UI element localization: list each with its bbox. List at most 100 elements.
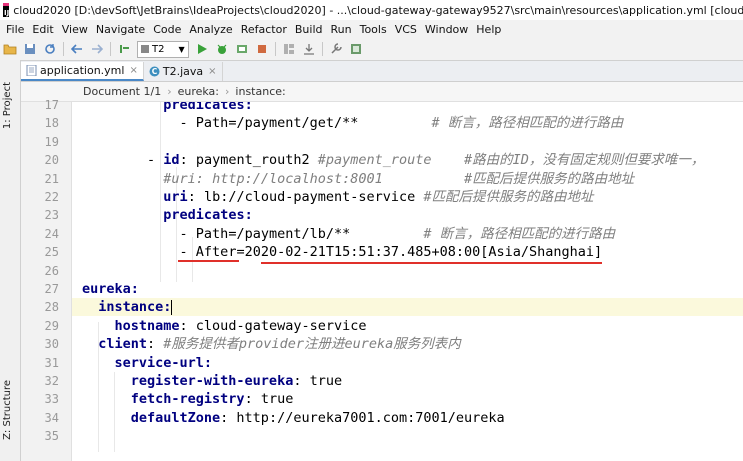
vcs-icon[interactable]: [349, 42, 363, 56]
yaml-key: defaultZone: [130, 409, 221, 426]
tab-label: T2.java: [162, 65, 204, 78]
project-tool-tab[interactable]: 1: Project: [2, 82, 13, 129]
window-title-bar: IJ cloud2020 [D:\devSoft\JetBrains\IdeaP…: [0, 0, 743, 20]
code-line[interactable]: client: #服务提供者provider注册进eureka服务列表内: [98, 335, 460, 353]
line-number: 19: [44, 134, 59, 149]
code-line[interactable]: - Path=/payment/get/** # 断言，路径相匹配的进行路由: [180, 114, 624, 132]
debug-icon[interactable]: [215, 42, 229, 56]
save-icon[interactable]: [23, 42, 37, 56]
line-number: 20: [44, 153, 59, 168]
menu-navigate[interactable]: Navigate: [92, 23, 149, 36]
menu-window[interactable]: Window: [421, 23, 472, 36]
yaml-key: client: [98, 336, 148, 353]
yaml-key: register-with-eureka: [130, 373, 294, 389]
project-structure-icon[interactable]: [282, 42, 296, 56]
breadcrumb: Document 1/1 › eureka: › instance:: [21, 82, 743, 102]
breadcrumb-eureka[interactable]: eureka:: [175, 85, 222, 98]
code-line[interactable]: fetch-registry: true: [131, 390, 294, 408]
breadcrumb-separator: ›: [225, 85, 230, 98]
code-line[interactable]: predicates:: [163, 206, 252, 224]
yaml-value: - Path=/payment/lb/**: [179, 225, 424, 242]
sync-icon[interactable]: [43, 42, 57, 56]
back-arrow-icon[interactable]: [70, 42, 84, 56]
code-line[interactable]: eureka:: [82, 280, 139, 298]
line-number: 32: [44, 374, 59, 388]
indent-guide: [114, 372, 115, 452]
build-hammer-icon[interactable]: [117, 42, 131, 56]
yaml-comment: #payment_route #路由的ID，没有固定规则但要求唯一，: [317, 152, 705, 169]
open-folder-icon[interactable]: [3, 42, 17, 56]
indent-guide: [160, 102, 161, 282]
yaml-key: predicates:: [163, 207, 253, 224]
left-tool-window-bar: 1: Project Z: Structure: [0, 60, 21, 461]
code-line[interactable]: - id: payment_routh2 #payment_route #路由的…: [147, 151, 704, 169]
forward-arrow-icon[interactable]: [90, 42, 104, 56]
coverage-icon[interactable]: [235, 42, 249, 56]
menu-refactor[interactable]: Refactor: [237, 23, 291, 36]
run-configuration-select[interactable]: T2 ▼: [137, 40, 189, 58]
yaml-key: predicates:: [163, 102, 253, 113]
menu-code[interactable]: Code: [149, 23, 185, 36]
close-icon[interactable]: ×: [208, 66, 216, 77]
yaml-key: fetch-registry: [130, 391, 245, 408]
yaml-comment: #服务提供者provider注册进eureka服务列表内: [163, 336, 461, 353]
annotation-underline: [260, 262, 603, 265]
java-class-icon: C: [149, 66, 160, 77]
yaml-value: -: [147, 152, 164, 169]
code-line[interactable]: predicates:: [163, 102, 252, 114]
sdk-download-icon[interactable]: [302, 42, 316, 56]
menu-file[interactable]: File: [0, 23, 28, 36]
code-line[interactable]: - After=2020-02-21T15:51:37.485+08:00[As…: [180, 243, 603, 261]
line-number: 23: [44, 208, 59, 223]
menu-tools[interactable]: Tools: [356, 23, 391, 36]
yml-file-icon: [26, 65, 37, 76]
yaml-value: : lb://cloud-payment-service: [187, 189, 424, 205]
menu-vcs[interactable]: VCS: [391, 23, 421, 36]
line-number-gutter[interactable]: 17 18 19 20 21 22 23 24 25 26 27 28 29 30 31 32 33 34 35: [21, 98, 72, 461]
run-icon[interactable]: [195, 42, 209, 56]
yaml-comment: # 断言，路径相匹配的进行路由: [431, 115, 624, 132]
line-number: 22: [44, 190, 59, 204]
code-line[interactable]: register-with-eureka: true: [131, 372, 342, 390]
code-line[interactable]: uri: lb://cloud-payment-service #匹配后提供服务…: [163, 188, 593, 206]
line-number: 17: [44, 98, 59, 112]
yaml-key: eureka:: [82, 281, 139, 297]
tab-t2-java[interactable]: C T2.java ×: [144, 62, 223, 81]
code-line[interactable]: instance:: [98, 298, 173, 316]
yaml-value: : true: [293, 373, 343, 389]
window-title: cloud2020 [D:\devSoft\JetBrains\IdeaProj…: [13, 3, 743, 17]
breadcrumb-separator: ›: [167, 85, 172, 98]
yaml-value: - Path=/payment/get/**: [179, 115, 432, 132]
code-line[interactable]: hostname: cloud-gateway-service: [115, 317, 367, 335]
menu-analyze[interactable]: Analyze: [185, 23, 236, 36]
code-line[interactable]: defaultZone: http://eureka7001.com:7001/…: [131, 409, 505, 427]
structure-tool-tab[interactable]: Z: Structure: [2, 380, 13, 440]
yaml-comment: # 断言，路径相匹配的进行路由: [423, 225, 616, 242]
chevron-down-icon: ▼: [178, 44, 185, 54]
line-number: 26: [44, 263, 59, 278]
close-icon[interactable]: ×: [129, 65, 137, 76]
menu-build[interactable]: Build: [291, 23, 327, 36]
settings-wrench-icon[interactable]: [329, 42, 343, 56]
yaml-key: uri: [163, 189, 188, 205]
current-line-highlight: [72, 298, 743, 317]
menu-help[interactable]: Help: [472, 23, 505, 36]
toolbar-separator: [274, 42, 276, 56]
menu-view[interactable]: View: [58, 23, 92, 36]
tab-label: application.yml: [40, 64, 125, 77]
breadcrumb-instance[interactable]: instance:: [232, 85, 288, 98]
yaml-key: service-url:: [114, 354, 213, 371]
yaml-value: : http://eureka7001.com:7001/eureka: [220, 409, 505, 426]
code-line[interactable]: service-url:: [115, 354, 213, 372]
code-line[interactable]: #uri: http://localhost:8001 #匹配后提供服务的路由地…: [163, 170, 634, 188]
code-line[interactable]: - Path=/payment/lb/** # 断言，路径相匹配的进行路由: [180, 225, 616, 243]
toolbar-separator: [110, 42, 111, 56]
code-editor[interactable]: predicates: - Path=/payment/get/** # 断言，路…: [72, 102, 743, 461]
yaml-key: hostname: [114, 317, 180, 334]
line-number: 18: [44, 116, 59, 131]
menu-edit[interactable]: Edit: [28, 23, 57, 36]
yaml-comment: #匹配后提供服务的路由地址: [423, 189, 594, 205]
stop-icon[interactable]: [255, 42, 269, 56]
tab-application-yml[interactable]: application.yml ×: [21, 62, 144, 81]
menu-run[interactable]: Run: [327, 23, 356, 36]
